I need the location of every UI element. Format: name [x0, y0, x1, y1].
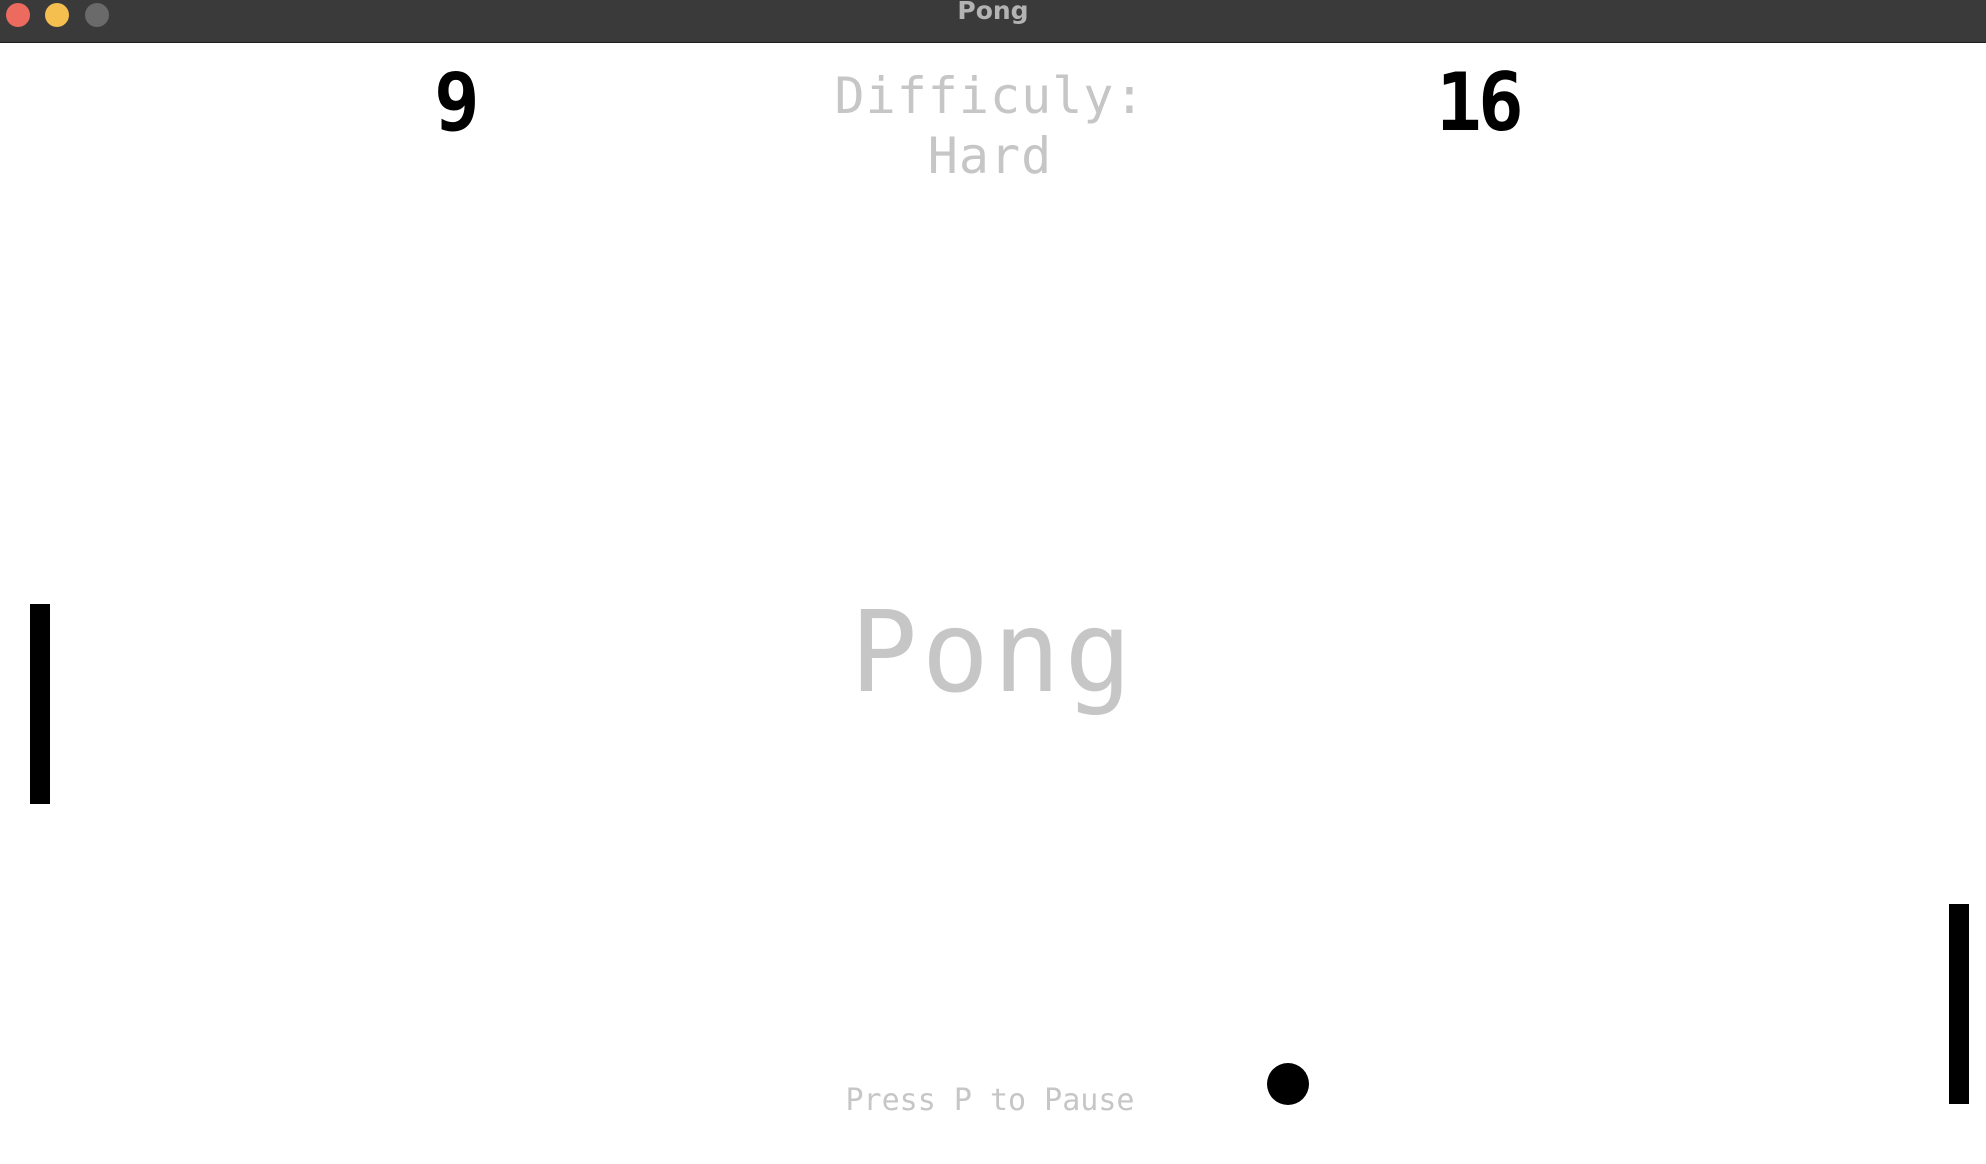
title-bar: Pong — [0, 0, 1986, 43]
left-player-score: 9 — [434, 56, 480, 149]
ball — [1267, 1063, 1309, 1105]
right-paddle — [1949, 904, 1969, 1104]
difficulty-label: Difficuly: Hard — [834, 67, 1146, 185]
pong-window: Pong 9 Difficuly: Hard 16 Pong Press P t… — [0, 0, 1986, 1164]
game-title: Pong — [850, 588, 1136, 718]
left-paddle — [30, 604, 50, 804]
right-player-score: 16 — [1436, 56, 1524, 149]
game-canvas[interactable]: 9 Difficuly: Hard 16 Pong Press P to Pau… — [0, 43, 1986, 1164]
window-title: Pong — [957, 0, 1029, 25]
pause-hint: Press P to Pause — [845, 1083, 1135, 1118]
